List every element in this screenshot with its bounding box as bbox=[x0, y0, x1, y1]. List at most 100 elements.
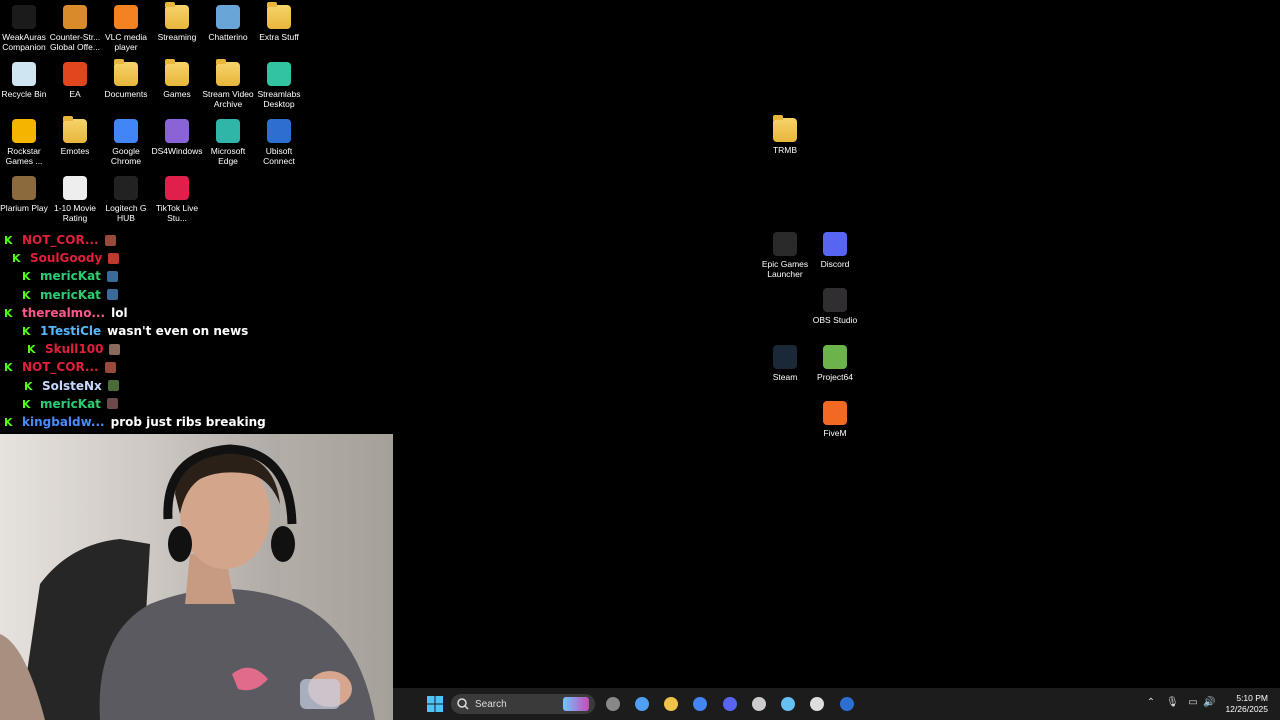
kick-badge-icon: K bbox=[4, 416, 13, 429]
microphone-icon[interactable]: 🎙 bbox=[1166, 697, 1179, 709]
taskbar-app-button[interactable] bbox=[807, 694, 827, 714]
taskbar-app-button[interactable] bbox=[749, 694, 769, 714]
chat-username: NOT_COR... bbox=[22, 233, 99, 247]
taskbar-app-button[interactable] bbox=[720, 694, 740, 714]
taskbar-app-button[interactable] bbox=[837, 694, 857, 714]
desktop-icon[interactable]: Ubisoft Connect bbox=[253, 119, 305, 166]
desktop-icon[interactable]: Streamlabs Desktop bbox=[253, 62, 305, 109]
webcam-person-image bbox=[0, 434, 393, 720]
desktop-icon-label: Documents bbox=[104, 89, 148, 99]
chat-message: KmericKat bbox=[22, 267, 118, 285]
desktop-icon[interactable]: VLC media player bbox=[100, 5, 152, 52]
desktop-icon[interactable]: TRMB bbox=[759, 115, 811, 155]
rockstar-icon bbox=[12, 119, 36, 143]
start-button[interactable] bbox=[425, 694, 445, 714]
clock-time: 5:10 PM bbox=[1236, 693, 1268, 703]
chevron-up-icon[interactable]: ⌃ bbox=[1145, 697, 1157, 709]
chat-text: wasn't even on news bbox=[107, 324, 249, 338]
taskbar: Search ⌃ 🎙 ▭ 🔊 5:10 PM 12/26/2025 bbox=[393, 688, 1280, 720]
desktop-icon[interactable]: Google Chrome bbox=[100, 119, 152, 166]
tiktok-icon bbox=[165, 176, 189, 200]
kick-badge-icon: K bbox=[22, 325, 31, 338]
desktop-icon[interactable]: WeakAuras Companion bbox=[0, 5, 50, 52]
desktop-icon[interactable]: 1-10 Movie Rating bbox=[49, 176, 101, 223]
steam-icon bbox=[781, 697, 795, 711]
kick-badge-icon: K bbox=[27, 343, 36, 357]
chat-message: K Skull100 bbox=[27, 340, 121, 358]
document-icon bbox=[63, 176, 87, 200]
chat-username: Skull100 bbox=[45, 342, 104, 357]
desktop-icon[interactable]: Plarium Play bbox=[0, 176, 50, 213]
windows-icon bbox=[427, 696, 443, 712]
taskbar-clock[interactable]: 5:10 PM 12/26/2025 bbox=[1225, 693, 1268, 715]
desktop-icon[interactable]: Logitech G HUB bbox=[100, 176, 152, 223]
desktop-icon[interactable]: Counter-Str... Global Offe... bbox=[49, 5, 101, 52]
chat-username: mericKat bbox=[40, 287, 101, 302]
desktop-icon-label: VLC media player bbox=[104, 32, 148, 52]
desktop-icon-label: Ubisoft Connect bbox=[263, 146, 295, 166]
volume-icon[interactable]: 🔊 bbox=[1203, 697, 1215, 709]
folder-icon bbox=[773, 115, 797, 142]
desktop-icon[interactable]: Emotes bbox=[49, 116, 101, 156]
ubisoft-icon bbox=[267, 119, 291, 143]
desktop-icon-label: Games bbox=[163, 89, 191, 99]
kick-badge-icon: K bbox=[4, 361, 13, 375]
desktop-icon-label: Steam bbox=[772, 372, 798, 382]
desktop-icon[interactable]: Discord bbox=[809, 232, 861, 269]
taskbar-app-button[interactable] bbox=[690, 694, 710, 714]
taskbar-app-button[interactable] bbox=[632, 694, 652, 714]
desktop-icon[interactable]: Steam bbox=[759, 345, 811, 382]
epic-icon bbox=[810, 697, 824, 711]
desktop-icon-label: EA bbox=[69, 89, 81, 99]
desktop-icon[interactable]: Documents bbox=[100, 59, 152, 99]
desktop-icon-label: Project64 bbox=[817, 372, 853, 382]
taskbar-app-button[interactable] bbox=[603, 694, 623, 714]
chat-username: SoulGoody bbox=[30, 251, 103, 266]
kick-badge-icon: K bbox=[22, 270, 31, 284]
desktop-icon[interactable]: Recycle Bin bbox=[0, 62, 50, 99]
copilot-icon bbox=[635, 697, 649, 711]
discord-icon bbox=[723, 697, 737, 711]
desktop-icon[interactable]: DS4Windows bbox=[151, 119, 203, 156]
chat-text: prob just ribs breaking bbox=[110, 415, 266, 429]
chat-username: therealmo... bbox=[22, 305, 106, 320]
chat-message: K 1TestiCle wasn't even on news bbox=[22, 322, 248, 340]
network-icon[interactable]: ▭ bbox=[1187, 697, 1199, 709]
taskbar-app-button[interactable] bbox=[661, 694, 681, 714]
desktop-icon-label: TRMB bbox=[772, 145, 798, 155]
chat-username: SolsteNx bbox=[42, 378, 102, 393]
desktop-icon-label: Streamlabs Desktop bbox=[257, 89, 301, 109]
taskbar-search-box[interactable]: Search bbox=[451, 694, 595, 714]
desktop-icon[interactable]: Rockstar Games ... bbox=[0, 119, 50, 166]
chat-message: K NOT_COR... bbox=[4, 358, 116, 376]
desktop-icon[interactable]: Epic Games Launcher bbox=[759, 232, 811, 279]
desktop-icon[interactable]: Chatterino bbox=[202, 5, 254, 42]
chat-emote-icon bbox=[106, 398, 118, 410]
chat-username: 1TestiCle bbox=[40, 324, 102, 338]
desktop-icon-label: TikTok Live Stu... bbox=[155, 203, 199, 223]
desktop-icon-label: OBS Studio bbox=[812, 315, 858, 325]
chat-emote-icon bbox=[104, 361, 116, 373]
chat-emote-icon bbox=[107, 380, 119, 392]
desktop-icon[interactable]: Extra Stuff bbox=[253, 2, 305, 42]
kick-badge-icon: K bbox=[24, 379, 33, 393]
desktop-icon[interactable]: OBS Studio bbox=[809, 288, 861, 325]
desktop-icon[interactable]: FiveM bbox=[809, 401, 861, 438]
desktop-icon[interactable]: Stream Video Archive bbox=[202, 59, 254, 109]
desktop-icon[interactable]: EA bbox=[49, 62, 101, 99]
chat-username: NOT_COR... bbox=[22, 360, 99, 375]
desktop-icon[interactable]: Project64 bbox=[809, 345, 861, 382]
webcam-feed bbox=[0, 434, 393, 720]
chat-message: K NOT_COR... bbox=[4, 231, 116, 249]
task-view-icon bbox=[606, 697, 620, 711]
kick-badge-icon: K bbox=[22, 288, 31, 302]
desktop-icon[interactable]: Streaming bbox=[151, 2, 203, 42]
epic-icon bbox=[773, 232, 797, 256]
desktop-icon[interactable]: Microsoft Edge bbox=[202, 119, 254, 166]
desktop-icon-label: FiveM bbox=[823, 428, 847, 438]
desktop-icon[interactable]: Games bbox=[151, 59, 203, 99]
desktop-icon-label: Logitech G HUB bbox=[105, 203, 147, 223]
chat-emote-icon bbox=[106, 289, 118, 301]
desktop-icon[interactable]: TikTok Live Stu... bbox=[151, 176, 203, 223]
taskbar-app-button[interactable] bbox=[778, 694, 798, 714]
